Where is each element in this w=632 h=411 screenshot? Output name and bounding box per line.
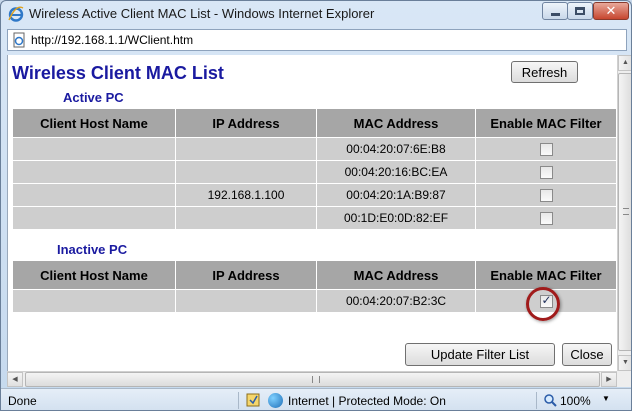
scroll-right-button[interactable]: ▶ (601, 372, 617, 387)
mac-cell: 00:04:20:07:B2:3C (316, 289, 476, 313)
close-window-button[interactable]: ✕ (593, 2, 629, 20)
close-icon: ✕ (605, 3, 617, 19)
browser-window: Wireless Active Client MAC List - Window… (0, 0, 632, 411)
mac-filter-checkbox[interactable] (539, 166, 553, 180)
host-cell (12, 137, 176, 161)
ip-cell (175, 289, 317, 313)
filter-cell (475, 206, 617, 230)
mac-cell: 00:1D:E0:0D:82:EF (316, 206, 476, 230)
url-text[interactable]: http://192.168.1.1/WClient.htm (31, 33, 193, 47)
filter-cell (475, 183, 617, 207)
table-row: 192.168.1.100 00:04:20:1A:B9:87 (12, 183, 617, 207)
zoom-icon[interactable] (543, 393, 557, 407)
host-cell (12, 160, 176, 184)
horizontal-scroll-thumb[interactable] (25, 372, 600, 387)
mac-cell: 00:04:20:07:6E:B8 (316, 137, 476, 161)
vertical-scroll-thumb[interactable] (618, 73, 631, 351)
mac-filter-checkbox[interactable] (539, 212, 553, 226)
table-row: 00:04:20:16:BC:EA (12, 160, 617, 184)
scroll-down-button[interactable]: ▼ (618, 355, 631, 371)
host-cell (12, 206, 176, 230)
minimize-icon (550, 12, 560, 16)
security-zone-text[interactable]: Internet | Protected Mode: On (288, 394, 446, 408)
inactive-pc-label: Inactive PC (57, 242, 128, 257)
status-divider (238, 392, 239, 409)
zoom-level[interactable]: 100% (560, 394, 591, 408)
scroll-left-button[interactable]: ◀ (7, 372, 23, 387)
page-title: Wireless Client MAC List (12, 63, 224, 83)
scroll-up-button[interactable]: ▲ (618, 55, 631, 71)
table-row: 00:04:20:07:6E:B8 (12, 137, 617, 161)
status-bar: Done Internet | Protected Mode: On 100% … (1, 388, 631, 410)
vertical-scrollbar[interactable]: ▲ ▼ (617, 55, 631, 371)
grip-icon (312, 376, 320, 383)
scrollbar-corner (617, 371, 631, 387)
checkbox-highlight-ring (526, 287, 560, 321)
mac-filter-checkbox[interactable] (539, 189, 553, 203)
status-divider (536, 392, 537, 409)
host-cell (12, 289, 176, 313)
filter-cell (475, 137, 617, 161)
column-header-mac: MAC Address (316, 108, 476, 138)
mac-cell: 00:04:20:16:BC:EA (316, 160, 476, 184)
update-filter-list-button[interactable]: Update Filter List (405, 343, 555, 366)
host-cell (12, 183, 176, 207)
column-header-filter: Enable MAC Filter (475, 260, 617, 290)
refresh-button[interactable]: Refresh (511, 61, 578, 83)
close-button[interactable]: Close (562, 343, 612, 366)
active-pc-label: Active PC (63, 90, 124, 105)
ip-cell (175, 206, 317, 230)
column-header-ip: IP Address (175, 260, 317, 290)
ip-cell (175, 160, 317, 184)
column-header-ip: IP Address (175, 108, 317, 138)
page-content: Wireless Client MAC List Refresh Active … (7, 55, 617, 371)
horizontal-scrollbar[interactable]: ◀ ▶ (7, 371, 617, 387)
active-pc-table: Client Host Name IP Address MAC Address … (12, 108, 617, 230)
mac-filter-checkbox[interactable] (539, 143, 553, 157)
column-header-host: Client Host Name (12, 260, 176, 290)
chevron-down-icon[interactable]: ▼ (602, 394, 610, 403)
title-bar: Wireless Active Client MAC List - Window… (1, 1, 631, 27)
filter-cell (475, 160, 617, 184)
maximize-icon (575, 7, 585, 15)
table-row: 00:1D:E0:0D:82:EF (12, 206, 617, 230)
maximize-button[interactable] (567, 2, 593, 20)
ip-cell: 192.168.1.100 (175, 183, 317, 207)
status-text: Done (8, 394, 37, 408)
column-header-mac: MAC Address (316, 260, 476, 290)
ip-cell (175, 137, 317, 161)
column-header-filter: Enable MAC Filter (475, 108, 617, 138)
shield-icon[interactable] (246, 393, 260, 407)
column-header-host: Client Host Name (12, 108, 176, 138)
ie-logo-icon (8, 6, 24, 22)
table-header-row: Client Host Name IP Address MAC Address … (12, 260, 617, 290)
page-icon (13, 32, 25, 48)
grip-icon (623, 208, 629, 215)
minimize-button[interactable] (542, 2, 568, 20)
mac-cell: 00:04:20:1A:B9:87 (316, 183, 476, 207)
globe-icon (268, 393, 283, 408)
address-bar[interactable]: http://192.168.1.1/WClient.htm (7, 29, 627, 51)
window-title: Wireless Active Client MAC List - Window… (29, 6, 375, 21)
table-header-row: Client Host Name IP Address MAC Address … (12, 108, 617, 138)
